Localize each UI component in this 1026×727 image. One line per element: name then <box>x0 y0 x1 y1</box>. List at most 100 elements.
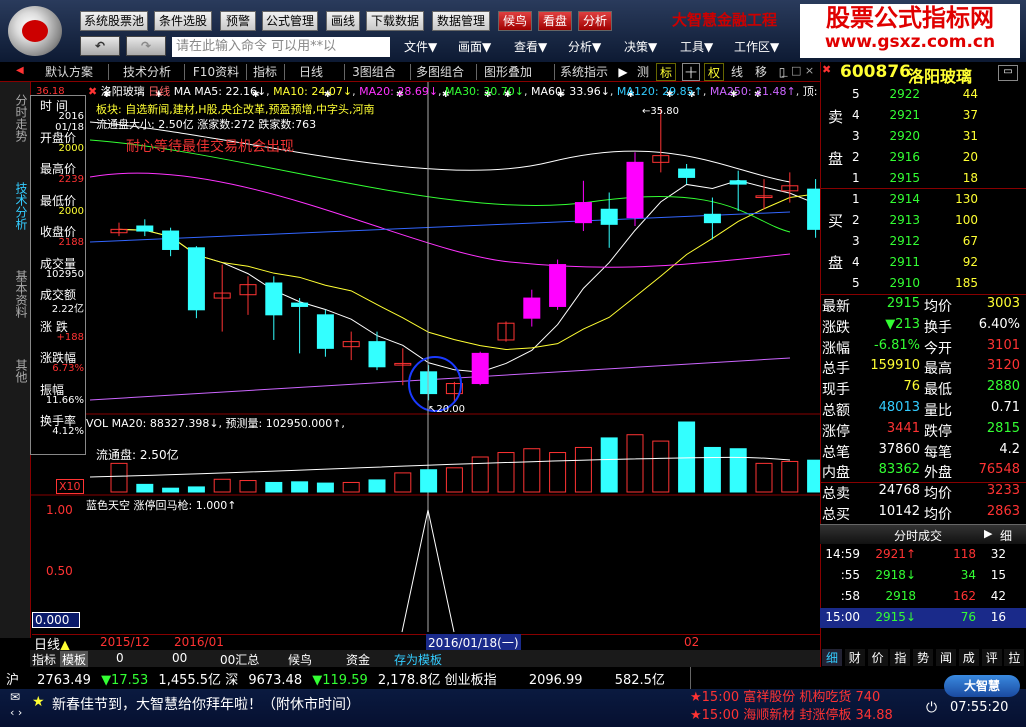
info-value: 2016 <box>58 111 84 122</box>
btab-migrant[interactable]: 候鸟 <box>288 651 312 668</box>
quote-tab[interactable]: 势 <box>913 649 934 666</box>
tab-overlay[interactable]: 图形叠加 <box>482 63 534 81</box>
btab-template[interactable]: 模板 <box>60 651 89 668</box>
stat-value: 4.2 <box>999 441 1020 457</box>
tool-line[interactable]: 线 <box>728 63 746 81</box>
sell-level: 4 <box>852 108 860 122</box>
btab-funds[interactable]: 资金 <box>346 651 370 668</box>
quote-menu-icon[interactable]: ▭ <box>998 65 1018 81</box>
sidetab-other[interactable]: 其他 <box>12 356 28 386</box>
stat-value: 2815 <box>986 420 1020 436</box>
tool-rights[interactable]: 权 <box>704 63 724 81</box>
download-data-button[interactable]: 下载数据 <box>366 11 424 31</box>
ma120-value: MA120: 29.85↑ <box>616 85 703 98</box>
draw-line-button[interactable]: 画线 <box>326 11 360 31</box>
btab-summary[interactable]: 00汇总 <box>220 651 259 668</box>
quote-tab[interactable]: 细 <box>822 649 842 666</box>
maximize-icon[interactable]: □ <box>791 64 801 77</box>
volume-bar <box>368 479 386 493</box>
stat-value: 6.40% <box>978 316 1020 332</box>
quote-tab[interactable]: 财 <box>844 649 865 666</box>
quote-tab[interactable]: 评 <box>981 649 1002 666</box>
menu-decision[interactable]: 决策▼ <box>624 38 657 55</box>
trades-detail-button[interactable]: 细 <box>1000 527 1012 544</box>
window-controls[interactable]: _ □ × <box>782 64 816 81</box>
trades-next-icon[interactable]: ▶ <box>984 527 992 540</box>
stock-name: 洛阳玻璃 <box>908 67 973 86</box>
menu-workspace[interactable]: 工作区▼ <box>734 38 779 55</box>
menu-screen[interactable]: 画面▼ <box>458 38 491 55</box>
mail-icon[interactable]: ✉ <box>10 690 20 704</box>
btab-indicator[interactable]: 指标 <box>32 651 56 668</box>
close-icon[interactable]: × <box>805 64 814 77</box>
tab-indicator[interactable]: 指标 <box>250 63 280 81</box>
volume-bar <box>729 448 747 493</box>
indicator-y-label-2: 0.50 <box>46 564 73 578</box>
menu-tools[interactable]: 工具▼ <box>680 38 713 55</box>
tab-technical-analysis[interactable]: 技术分析 <box>114 63 180 81</box>
quote-close-icon[interactable]: ✖ <box>822 63 831 76</box>
news-headline[interactable]: 新春佳节到，大智慧给你拜年啦！（附休市时间） <box>52 694 360 714</box>
candle-body <box>626 161 644 219</box>
menu-analysis[interactable]: 分析▼ <box>568 38 601 55</box>
indicator-y-label-3: 0.000 <box>32 612 80 628</box>
menu-view[interactable]: 查看▼ <box>514 38 547 55</box>
formula-manager-button[interactable]: 公式管理 <box>262 11 318 31</box>
buy-level: 3 <box>852 234 860 248</box>
quote-tab[interactable]: 指 <box>890 649 911 666</box>
buy-volume: 92 <box>962 255 978 269</box>
info-value: 2239 <box>58 174 84 185</box>
stat-label: 现手 <box>822 382 850 399</box>
stock-pool-button[interactable]: 系统股票池 <box>80 11 148 31</box>
news-alert-2[interactable]: ★15:00 海顺新材 封涨停板 34.88 <box>690 704 893 723</box>
tool-mark[interactable]: 标 <box>656 63 676 81</box>
analysis-button[interactable]: 分析 <box>578 11 612 31</box>
tab-daily[interactable]: 日线 <box>296 63 326 81</box>
quote-tab[interactable]: 成 <box>958 649 979 666</box>
quote-tab[interactable]: 拉 <box>1004 649 1025 666</box>
tab-default-scheme[interactable]: 默认方案 <box>36 63 102 81</box>
back-button[interactable]: ↶ <box>80 36 120 56</box>
close-header-icon[interactable]: ✖ <box>88 85 97 98</box>
command-input[interactable]: 请在此输入命令 可以用**以 <box>172 37 390 57</box>
menu-file[interactable]: 文件▼ <box>404 38 437 55</box>
quote-tab[interactable]: 价 <box>867 649 888 666</box>
toolbar-more-icon[interactable]: ▶ <box>616 63 630 81</box>
tab-system-indicator[interactable]: 系统指示 <box>558 63 610 81</box>
tab-f10[interactable]: F10资料 <box>188 63 244 81</box>
tool-crosshair[interactable]: 十 <box>682 63 700 81</box>
tab-multi-chart[interactable]: 多图组合 <box>414 63 466 81</box>
ma30-value: MA30: 30.70↓ <box>445 85 524 98</box>
alert-button[interactable]: 预警 <box>220 11 256 31</box>
btab-save-template[interactable]: 存为模板 <box>394 651 442 668</box>
kline-chart[interactable]: ←35.80↖20.00✱ ✱ ✱ ✱ ✱ ✱ ✱ ✱ ✱ ✱ ✱ ✱ ✱ ✱ <box>30 82 820 650</box>
news-alert-1[interactable]: ★15:00 富祥股份 机构吃货 740 <box>690 686 880 705</box>
toolbar-left-arrow-icon[interactable]: ◀ <box>16 65 24 76</box>
migrant-bird-button[interactable]: 候鸟 <box>498 11 532 31</box>
ma-header: ✖ 洛阳玻璃 日线 MA MA5: 22.16↓, MA10: 24.07↓, … <box>88 85 835 98</box>
brand-badge[interactable]: 大智慧 <box>944 675 1020 697</box>
condition-select-button[interactable]: 条件选股 <box>154 11 212 31</box>
sidetab-technical[interactable]: 技术分析 <box>12 178 28 234</box>
scroll-arrows-icon[interactable]: ‹ › <box>10 706 22 719</box>
tool-measure[interactable]: 测 <box>634 63 652 81</box>
candle-body <box>678 168 696 178</box>
sidetab-intraday[interactable]: 分时走势 <box>12 90 28 146</box>
tab-3-chart[interactable]: 3图组合 <box>348 63 400 81</box>
candle-body <box>162 230 180 250</box>
forward-button[interactable]: ↷ <box>126 36 166 56</box>
btab-0[interactable]: 0 <box>116 651 124 665</box>
trade-volume: 118 <box>953 547 976 561</box>
watch-button[interactable]: 看盘 <box>538 11 572 31</box>
btab-00[interactable]: 00 <box>172 651 187 665</box>
minimize-icon[interactable]: _ <box>782 64 788 77</box>
trade-time: 14:59 <box>825 547 860 561</box>
tool-move[interactable]: 移 <box>752 63 770 81</box>
data-manager-button[interactable]: 数据管理 <box>432 11 490 31</box>
volume-bar <box>497 452 515 493</box>
quote-tab[interactable]: 闻 <box>936 649 956 666</box>
volume-bar <box>471 456 489 493</box>
candle-body <box>316 314 334 349</box>
sidetab-fundamentals[interactable]: 基本资料 <box>12 266 28 322</box>
volume-bar <box>342 481 360 493</box>
